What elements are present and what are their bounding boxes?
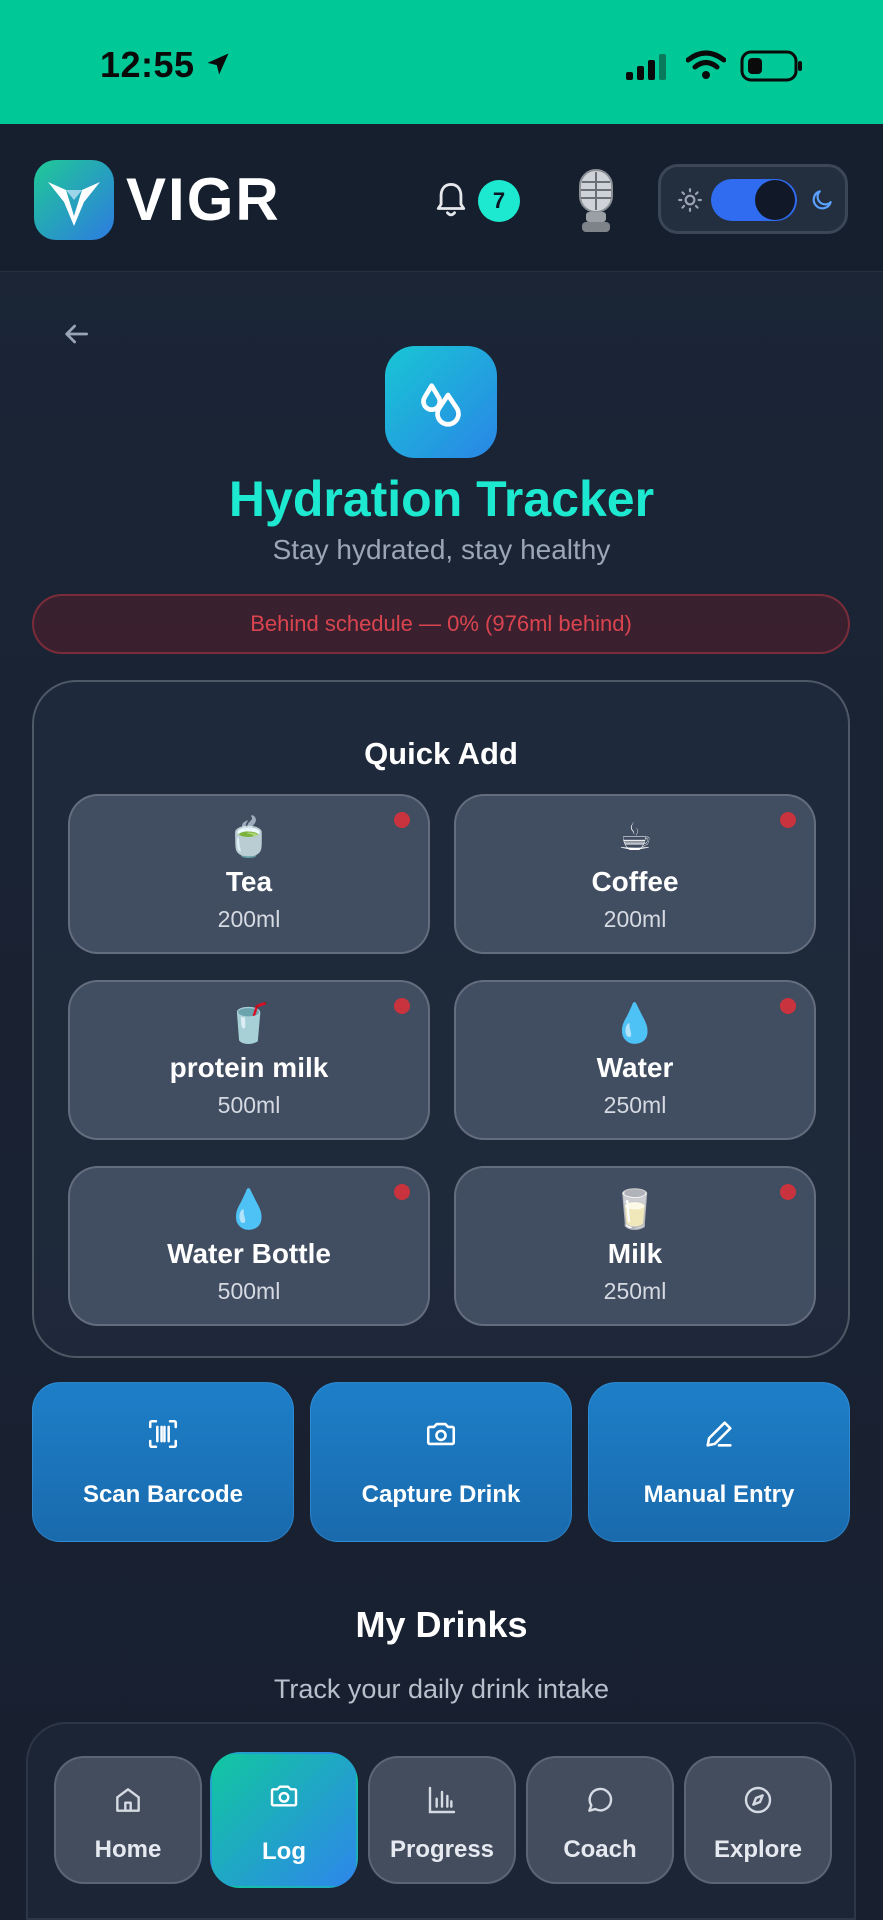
scan-barcode-button[interactable]: Scan Barcode bbox=[32, 1382, 294, 1542]
cup-with-straw-icon: 🥤 bbox=[225, 1003, 273, 1045]
drink-volume: 500ml bbox=[217, 1278, 281, 1304]
drink-volume: 200ml bbox=[217, 906, 281, 932]
scan-barcode-label: Scan Barcode bbox=[82, 1481, 244, 1508]
status-dot bbox=[780, 998, 796, 1014]
milk-glass-icon: 🥛 bbox=[611, 1189, 659, 1231]
drink-volume: 500ml bbox=[217, 1092, 281, 1118]
home-icon bbox=[56, 1784, 200, 1816]
status-dot bbox=[780, 1184, 796, 1200]
capture-drink-label: Capture Drink bbox=[361, 1481, 521, 1508]
page-subtitle: Stay hydrated, stay healthy bbox=[272, 534, 611, 565]
nav-progress[interactable]: Progress bbox=[368, 1756, 516, 1884]
sun-icon bbox=[677, 187, 703, 218]
quick-add-card: Quick Add 🍵 Tea 200ml ☕ Coffee 200ml 🥤 p… bbox=[32, 680, 850, 1358]
app-logo-icon[interactable] bbox=[34, 160, 114, 240]
app-header: VIGR 7 bbox=[0, 124, 883, 272]
nav-home-label: Home bbox=[94, 1836, 162, 1863]
drink-volume: 200ml bbox=[603, 906, 667, 932]
droplets-icon bbox=[385, 346, 497, 458]
page-title: Hydration Tracker bbox=[228, 471, 655, 527]
wifi-icon bbox=[685, 50, 727, 85]
nav-home[interactable]: Home bbox=[54, 1756, 202, 1884]
my-drinks-subtitle: Track your daily drink intake bbox=[273, 1674, 610, 1704]
back-arrow-icon[interactable] bbox=[60, 318, 92, 355]
drink-name: Tea bbox=[225, 866, 273, 897]
drink-name: Water Bottle bbox=[167, 1238, 331, 1269]
cellular-signal-icon bbox=[626, 54, 670, 85]
droplet-icon: 💧 bbox=[611, 1003, 659, 1045]
quick-add-milk[interactable]: 🥛 Milk 250ml bbox=[454, 1166, 816, 1326]
microphone-icon[interactable] bbox=[570, 168, 622, 239]
quick-add-tea[interactable]: 🍵 Tea 200ml bbox=[68, 794, 430, 954]
quick-add-water-bottle[interactable]: 💧 Water Bottle 500ml bbox=[68, 1166, 430, 1326]
nav-log[interactable]: Log bbox=[210, 1752, 358, 1888]
manual-entry-label: Manual Entry bbox=[643, 1481, 795, 1508]
nav-coach[interactable]: Coach bbox=[526, 1756, 674, 1884]
location-arrow-icon bbox=[204, 50, 232, 83]
quick-add-title: Quick Add bbox=[364, 736, 518, 771]
tea-icon: 🍵 bbox=[225, 817, 273, 859]
status-time: 12:55 bbox=[100, 44, 195, 85]
nav-coach-label: Coach bbox=[563, 1836, 637, 1863]
quick-add-water[interactable]: 💧 Water 250ml bbox=[454, 980, 816, 1140]
drink-volume: 250ml bbox=[603, 1092, 667, 1118]
moon-icon bbox=[809, 187, 835, 218]
status-dot bbox=[394, 812, 410, 828]
action-row: Scan Barcode Capture Drink Manual Entry bbox=[32, 1382, 850, 1542]
quick-add-grid: 🍵 Tea 200ml ☕ Coffee 200ml 🥤 protein mil… bbox=[68, 794, 816, 1326]
status-dot bbox=[780, 812, 796, 828]
drink-volume: 250ml bbox=[603, 1278, 667, 1304]
bell-icon[interactable] bbox=[434, 180, 468, 225]
drink-name: Milk bbox=[607, 1238, 663, 1269]
compass-icon bbox=[686, 1784, 830, 1816]
app-name[interactable]: VIGR bbox=[126, 168, 281, 232]
my-drinks-title: My Drinks bbox=[355, 1604, 528, 1645]
toggle-knob[interactable] bbox=[755, 180, 795, 220]
chat-bubble-icon bbox=[528, 1784, 672, 1816]
toggle-track[interactable] bbox=[711, 179, 797, 221]
nav-progress-label: Progress bbox=[389, 1836, 495, 1863]
notification-badge[interactable]: 7 bbox=[478, 180, 520, 222]
schedule-alert-text: Behind schedule — 0% (976ml behind) bbox=[250, 611, 632, 636]
status-dot bbox=[394, 998, 410, 1014]
quick-add-protein-milk[interactable]: 🥤 protein milk 500ml bbox=[68, 980, 430, 1140]
drink-name: Coffee bbox=[591, 866, 679, 897]
nav-explore-label: Explore bbox=[713, 1836, 803, 1863]
nav-log-label: Log bbox=[262, 1838, 306, 1865]
quick-add-coffee[interactable]: ☕ Coffee 200ml bbox=[454, 794, 816, 954]
nav-explore[interactable]: Explore bbox=[684, 1756, 832, 1884]
battery-icon bbox=[740, 50, 804, 87]
bar-chart-icon bbox=[370, 1784, 514, 1816]
bottom-nav: Home Log Progress Coach Explore bbox=[26, 1722, 856, 1920]
status-bar: 12:55 bbox=[0, 0, 883, 124]
drink-name: Water bbox=[596, 1052, 674, 1083]
drink-name: protein milk bbox=[169, 1052, 329, 1083]
theme-toggle[interactable] bbox=[658, 164, 848, 234]
camera-icon bbox=[212, 1780, 356, 1812]
droplet-icon: 💧 bbox=[225, 1189, 273, 1231]
capture-drink-button[interactable]: Capture Drink bbox=[310, 1382, 572, 1542]
barcode-scan-icon bbox=[33, 1417, 293, 1451]
manual-entry-button[interactable]: Manual Entry bbox=[588, 1382, 850, 1542]
coffee-icon: ☕ bbox=[617, 817, 653, 859]
pencil-icon bbox=[589, 1417, 849, 1451]
status-dot bbox=[394, 1184, 410, 1200]
camera-icon bbox=[311, 1417, 571, 1451]
schedule-alert-banner: Behind schedule — 0% (976ml behind) bbox=[32, 594, 850, 654]
